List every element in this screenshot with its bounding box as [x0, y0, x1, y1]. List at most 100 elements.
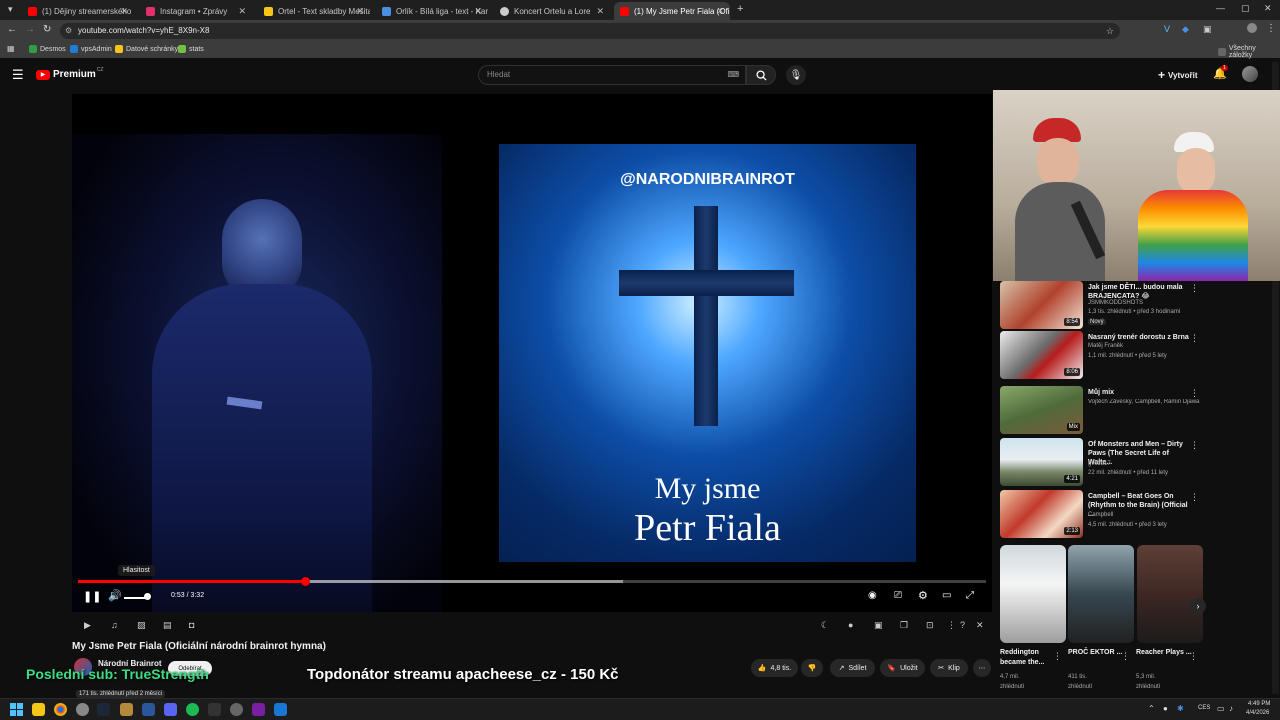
tab-4[interactable]: Orlík - Bílá liga - text - Karaoke✕	[376, 2, 488, 20]
tab-1[interactable]: (1) Dějiny streamerského národa✕	[22, 2, 134, 20]
back-icon[interactable]: ←	[7, 24, 17, 35]
short-title[interactable]: Reddington became the...	[1000, 648, 1060, 668]
tab-6-active[interactable]: (1) My Jsme Petr Fiala (Ofici...✕	[614, 2, 730, 20]
tray-app-icon[interactable]: ●	[1163, 704, 1168, 713]
more-options-icon[interactable]: ⋮	[1190, 440, 1199, 451]
more-options-icon[interactable]: ⋮	[1190, 388, 1199, 399]
new-tab-icon[interactable]: +	[737, 3, 743, 15]
window-close-icon[interactable]: ✕	[1264, 3, 1272, 14]
tab-search-icon[interactable]: ▾	[8, 4, 13, 15]
volume-knob[interactable]	[144, 593, 151, 600]
tab-2[interactable]: Instagram • Zprávy ✕	[140, 2, 252, 20]
search-button[interactable]	[746, 65, 776, 85]
mini-player-icon[interactable]: ▣	[874, 620, 883, 631]
sidebar-video-2[interactable]: 8:06 Nasraný trenér dorostu z Brna Matěj…	[1000, 331, 1205, 381]
close-tab-icon[interactable]: ✕	[356, 6, 364, 17]
theater-mode-icon[interactable]: ▭	[942, 590, 951, 601]
dark-mode-moon-icon[interactable]: ☾	[821, 620, 829, 631]
fullscreen-icon[interactable]: ⤢	[966, 590, 974, 601]
minimize-icon[interactable]: —	[1216, 3, 1225, 13]
pause-icon[interactable]: ❚❚	[83, 590, 101, 603]
camera-icon[interactable]: ▶	[84, 620, 91, 631]
bookmark-datove-schranky[interactable]: Datové schránky	[115, 45, 178, 53]
app-icon[interactable]	[164, 703, 177, 716]
forward-icon[interactable]: →	[25, 24, 35, 35]
hamburger-menu-icon[interactable]: ☰	[12, 67, 24, 83]
chrome-icon[interactable]	[54, 703, 67, 716]
dislike-button[interactable]: 👎	[801, 659, 823, 677]
subtitles-icon[interactable]: ⎚	[894, 590, 902, 601]
close-tab-icon[interactable]: ✕	[238, 6, 246, 17]
sidebar-video-4[interactable]: 4:21 Of Monsters and Men – Dirty Paws (T…	[1000, 438, 1205, 488]
short-more-icon[interactable]: ⋮	[1189, 651, 1198, 662]
music-note-icon[interactable]: ♫	[111, 620, 118, 630]
sidebar-video-5[interactable]: 2:13 Campbell – Beat Goes On (Rhythm to …	[1000, 490, 1205, 540]
tray-chevron-icon[interactable]: ⌃	[1148, 704, 1155, 713]
progress-track[interactable]	[78, 577, 986, 586]
app-icon[interactable]	[76, 703, 89, 716]
app-icon[interactable]	[252, 703, 265, 716]
close-tab-icon[interactable]: ✕	[716, 6, 724, 17]
tab-3[interactable]: Ortel - Text skladby Mešita z alba✕	[258, 2, 370, 20]
extensions-puzzle-icon[interactable]: ▣	[1203, 24, 1212, 35]
terminal-icon[interactable]	[208, 703, 221, 716]
video-views-date[interactable]: 171 tis. zhlédnutí před 2 měsíci	[76, 690, 166, 698]
account-avatar[interactable]	[1242, 66, 1258, 82]
file-explorer-icon[interactable]	[32, 703, 45, 716]
more-options-icon[interactable]: ⋮	[1190, 492, 1199, 503]
volume-icon[interactable]: 🔊	[108, 589, 122, 602]
screenshot-icon[interactable]: ◘	[189, 620, 194, 630]
tab-5[interactable]: Koncert Ortelu a Lore ✕	[494, 2, 610, 20]
short-title[interactable]: Reacher Plays ...	[1136, 648, 1196, 658]
clip-button[interactable]: ✂ Klip	[930, 659, 968, 677]
taskbar-date[interactable]: 4/4/2026	[1246, 710, 1269, 716]
autoplay-toggle-icon[interactable]: ◉	[868, 590, 877, 601]
more-options-icon[interactable]: ⋮	[1190, 333, 1199, 344]
keyboard-icon[interactable]: ⌨	[727, 66, 739, 84]
shorts-thumbnail-2[interactable]	[1068, 545, 1134, 643]
close-tab-icon[interactable]: ✕	[474, 6, 482, 17]
save-button[interactable]: 🔖 Uložit	[880, 659, 925, 677]
sidebar-video-3[interactable]: Mix Můj mix Vojtěch Záveský, Campbell, R…	[1000, 386, 1205, 436]
shorts-thumbnail-3[interactable]	[1137, 545, 1203, 643]
youtube-logo[interactable]: ▶ Premium CZ	[36, 67, 103, 80]
crop-icon[interactable]: ⊡	[926, 620, 934, 631]
bookmark-star-icon[interactable]: ☆	[1106, 23, 1114, 39]
app-icon[interactable]	[120, 703, 133, 716]
share-button[interactable]: ↗ Sdílet	[830, 659, 875, 677]
site-info-icon[interactable]: ⚙	[65, 23, 72, 39]
extension-icon[interactable]: ◆	[1182, 24, 1189, 35]
close-tab-icon[interactable]: ✕	[596, 6, 604, 17]
shorts-next-button[interactable]: ›	[1190, 598, 1206, 614]
close-toolbar-icon[interactable]: ✕	[976, 620, 984, 631]
app-icon[interactable]	[274, 703, 287, 716]
more-options-icon[interactable]: ⋮	[1190, 283, 1199, 294]
create-button[interactable]: + Vytvořit	[1158, 68, 1198, 82]
steam-icon[interactable]	[97, 703, 110, 716]
windows-start-icon[interactable]	[10, 703, 23, 716]
bluetooth-icon[interactable]: ✱	[1177, 704, 1184, 713]
bookmark-vpsadmin[interactable]: vpsAdmin	[70, 45, 112, 53]
bookmark-stats[interactable]: stats	[178, 45, 204, 53]
reload-icon[interactable]: ↻	[43, 24, 51, 35]
close-tab-icon[interactable]: ✕	[120, 6, 128, 17]
browser-menu-icon[interactable]: ⋮	[1266, 23, 1276, 34]
app-icon[interactable]	[142, 703, 155, 716]
apps-grid-icon[interactable]: ▦	[7, 44, 15, 53]
short-title[interactable]: PROČ EKTOR ...	[1068, 648, 1128, 658]
maximize-icon[interactable]: ▢	[1241, 3, 1250, 14]
voice-search-button[interactable]: 🎙	[786, 65, 806, 85]
video-player[interactable]: @NARODNIBRAINROT My jsme Petr Fiala Hlas…	[72, 94, 992, 612]
speaker-icon[interactable]: ♪	[1229, 704, 1233, 713]
url-bar[interactable]: ⚙ youtube.com/watch?v=yhE_8X9n-X8 ☆	[60, 23, 1120, 39]
settings-gear-icon[interactable]: ⚙	[918, 589, 928, 602]
all-bookmarks[interactable]: Všechny záložky	[1218, 45, 1280, 59]
sidebar-video-1[interactable]: 8:54 Jak jsme DĚTI... budou mala BRAJENC…	[1000, 281, 1205, 331]
image-icon[interactable]: ▨	[137, 620, 146, 631]
lightbulb-icon[interactable]: ●	[848, 620, 853, 630]
short-more-icon[interactable]: ⋮	[1121, 651, 1130, 662]
help-icon[interactable]: ?	[960, 620, 965, 630]
more-actions-button[interactable]: ⋯	[973, 659, 991, 677]
more-options-icon[interactable]: ⋮	[947, 620, 956, 631]
shorts-thumbnail-1[interactable]	[1000, 545, 1066, 643]
